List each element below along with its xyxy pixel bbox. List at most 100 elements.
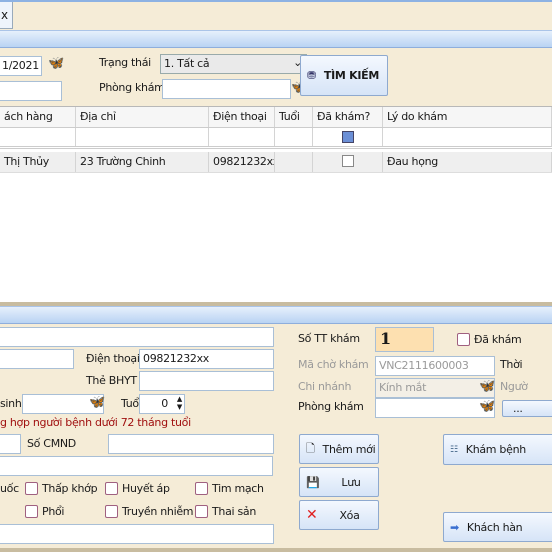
search-text-input[interactable] bbox=[0, 81, 62, 101]
code-input[interactable] bbox=[0, 349, 74, 369]
spinner-arrows-icon[interactable]: ▲ ▼ bbox=[177, 395, 182, 411]
branch-label: Chi nhánh bbox=[298, 380, 352, 393]
bhyt-label: Thẻ BHYT bbox=[86, 374, 137, 387]
checkbox-truyen-nhiem[interactable] bbox=[105, 505, 118, 518]
butterfly-picker-icon: 🦋 bbox=[479, 379, 495, 394]
wait-code-label: Mã chờ khám bbox=[298, 358, 369, 371]
cmnd-label: Số CMND bbox=[27, 437, 76, 450]
column-header[interactable]: ách hàng bbox=[0, 107, 76, 127]
filter-cell[interactable] bbox=[383, 128, 552, 146]
age-value: 0 bbox=[161, 397, 168, 410]
cell-age bbox=[275, 152, 313, 172]
window-top-border bbox=[0, 0, 552, 2]
arrow-right-icon: ➡ bbox=[450, 520, 459, 534]
filter-row bbox=[0, 128, 552, 149]
address-input[interactable] bbox=[0, 456, 273, 476]
list-icon: ☷ bbox=[450, 444, 458, 455]
column-header[interactable]: Lý do khám bbox=[383, 107, 552, 127]
binoculars-icon: ⛃ bbox=[307, 69, 316, 82]
column-header[interactable]: Đã khám? bbox=[313, 107, 383, 127]
checkbox-label: Phổi bbox=[42, 505, 65, 518]
more-button[interactable]: ... bbox=[502, 400, 552, 417]
examined-checkbox[interactable] bbox=[457, 333, 470, 346]
delete-x-icon: ✕ bbox=[306, 507, 318, 523]
room-label: Phòng khám bbox=[99, 81, 165, 94]
checkbox-label: Huyết áp bbox=[122, 482, 170, 495]
notes-input[interactable] bbox=[0, 524, 274, 544]
checkbox-tim-mach[interactable] bbox=[195, 482, 208, 495]
age-spinner[interactable]: 0 ▲ ▼ bbox=[139, 394, 185, 414]
search-panel-header bbox=[0, 30, 552, 48]
new-label: Thêm mới bbox=[322, 442, 376, 456]
column-header[interactable]: Địa chỉ bbox=[76, 107, 209, 127]
cell-phone: 09821232xx bbox=[209, 152, 275, 172]
table-row[interactable]: Thị Thủy 23 Trường Chinh 09821232xx Đau … bbox=[0, 152, 552, 173]
tab-close[interactable]: x bbox=[0, 2, 13, 29]
search-button-label: TÌM KIẾM bbox=[323, 69, 379, 82]
document-icon: 🗋 bbox=[306, 441, 315, 455]
status-label: Trạng thái bbox=[99, 56, 151, 69]
save-button[interactable]: 💾 Lưu bbox=[299, 467, 379, 497]
column-header[interactable]: Tuổi bbox=[275, 107, 313, 127]
phone-label: Điện thoại bbox=[86, 352, 140, 365]
cmnd-input[interactable] bbox=[108, 434, 274, 454]
time-label: Thời bbox=[500, 358, 523, 371]
filter-cell[interactable] bbox=[0, 128, 76, 146]
status-value: 1. Tất cả bbox=[164, 57, 210, 70]
customer-label: Khách hàn bbox=[466, 520, 523, 534]
examine-label: Khám bệnh bbox=[465, 443, 526, 456]
examined-checkbox[interactable] bbox=[341, 155, 354, 167]
room-label: Phòng khám bbox=[298, 400, 364, 413]
room-input[interactable] bbox=[162, 79, 291, 99]
age-note: g hợp người bệnh dưới 72 tháng tuổi bbox=[0, 416, 191, 429]
checkbox-label: Tim mạch bbox=[212, 482, 264, 495]
checkbox-phoi[interactable] bbox=[25, 505, 38, 518]
customer-button[interactable]: ➡ Khách hàn bbox=[443, 512, 552, 542]
save-label: Lưu bbox=[341, 475, 361, 489]
checkbox-label: Thai sản bbox=[212, 505, 257, 518]
filter-cell[interactable] bbox=[275, 128, 313, 146]
examined-label: Đã khám bbox=[474, 333, 522, 346]
filter-cell[interactable] bbox=[76, 128, 209, 146]
cell-reason: Đau họng bbox=[383, 152, 552, 172]
cell-address: 23 Trường Chinh bbox=[76, 152, 209, 172]
butterfly-picker-icon[interactable]: 🦋 bbox=[479, 399, 495, 414]
examine-button[interactable]: ☷ Khám bệnh bbox=[443, 434, 552, 465]
filter-cell[interactable] bbox=[209, 128, 275, 146]
checkbox-label: Truyền nhiễm bbox=[122, 505, 194, 518]
checkbox-thap-khop[interactable] bbox=[25, 482, 38, 495]
status-select[interactable]: 1. Tất cả ⌄ bbox=[160, 54, 307, 74]
floppy-icon: 💾 bbox=[306, 475, 320, 489]
cell-examined bbox=[313, 152, 383, 172]
grid-header: ách hàng Địa chỉ Điện thoại Tuổi Đã khám… bbox=[0, 107, 552, 128]
search-button[interactable]: ⛃ TÌM KIẾM bbox=[300, 55, 388, 96]
delete-button[interactable]: ✕ Xóa bbox=[299, 500, 379, 530]
queue-label: Số TT khám bbox=[298, 332, 360, 345]
detail-panel-header bbox=[0, 306, 552, 324]
bottom-border bbox=[0, 548, 552, 552]
name-input[interactable] bbox=[0, 327, 274, 347]
patient-grid: ách hàng Địa chỉ Điện thoại Tuổi Đã khám… bbox=[0, 106, 552, 302]
queue-number: 1 bbox=[375, 327, 434, 352]
dob-label: sinh bbox=[0, 397, 22, 410]
date-input[interactable]: 1/2021 bbox=[0, 56, 42, 76]
filter-checkbox[interactable] bbox=[341, 131, 354, 143]
phone-input[interactable]: 09821232xx bbox=[139, 349, 274, 369]
branch-input: Kính mắt bbox=[375, 378, 495, 398]
new-button[interactable]: 🗋 Thêm mới bbox=[299, 434, 379, 464]
cell-name: Thị Thủy bbox=[0, 152, 76, 172]
checkbox-huyet-ap[interactable] bbox=[105, 482, 118, 495]
small-input[interactable] bbox=[0, 434, 21, 454]
butterfly-picker-icon[interactable]: 🦋 bbox=[89, 395, 105, 410]
filter-cell[interactable] bbox=[313, 128, 383, 146]
delete-label: Xóa bbox=[339, 508, 360, 522]
wait-code-input: VNC2111600003 bbox=[375, 356, 495, 376]
checkbox-thai-san[interactable] bbox=[195, 505, 208, 518]
butterfly-picker-icon[interactable]: 🦋 bbox=[48, 56, 64, 71]
person-label: Ngườ bbox=[500, 380, 528, 393]
room-input[interactable] bbox=[375, 398, 495, 418]
column-header[interactable]: Điện thoại bbox=[209, 107, 275, 127]
bhyt-input[interactable] bbox=[139, 371, 274, 391]
condition-label: uốc bbox=[0, 482, 19, 495]
checkbox-label: Thấp khớp bbox=[42, 482, 98, 495]
